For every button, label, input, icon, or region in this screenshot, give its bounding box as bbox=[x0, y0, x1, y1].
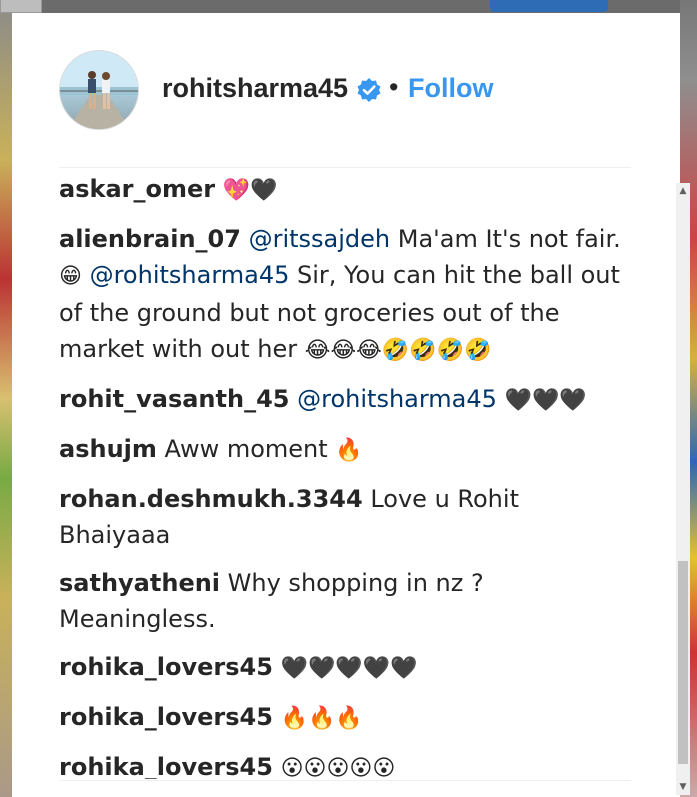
comment-item: rohika_lovers45 🔥🔥🔥 bbox=[59, 699, 629, 737]
scroll-down-icon[interactable]: ▼ bbox=[676, 779, 690, 795]
avatar-photo bbox=[60, 51, 138, 129]
scroll-up-icon[interactable]: ▲ bbox=[676, 183, 690, 199]
comment-username[interactable]: askar_omer bbox=[59, 175, 215, 203]
comment-text bbox=[289, 385, 297, 413]
scrollbar[interactable]: ▲ ▼ bbox=[676, 183, 690, 795]
comment-text bbox=[82, 261, 90, 289]
comment-text bbox=[215, 175, 223, 203]
comment-emoji: 🔥 bbox=[335, 438, 363, 463]
comment-text bbox=[273, 753, 281, 779]
comment-item: rohit_vasanth_45 @rohitsharma45 🖤🖤🖤 bbox=[59, 381, 629, 419]
comment-emoji: 😮😮😮😮😮 bbox=[280, 756, 396, 779]
avatar[interactable] bbox=[59, 50, 139, 130]
comment-mention-link[interactable]: @rohitsharma45 bbox=[90, 261, 290, 289]
background-page-left bbox=[0, 0, 12, 797]
separator-dot: • bbox=[389, 72, 399, 102]
comment-mention-link[interactable]: @ritssajdeh bbox=[249, 225, 391, 253]
post-username[interactable]: rohitsharma45 bbox=[162, 73, 348, 104]
comment-text bbox=[241, 225, 249, 253]
comment-username[interactable]: rohit_vasanth_45 bbox=[59, 385, 289, 413]
comment-emoji: 💖🖤 bbox=[222, 178, 278, 203]
post-header: rohitsharma45 • Follow bbox=[12, 13, 680, 168]
post-modal: rohitsharma45 • Follow askar_omer 💖🖤 alie… bbox=[12, 13, 690, 797]
comment-emoji: 🖤🖤🖤 bbox=[504, 388, 587, 413]
scrollbar-thumb[interactable] bbox=[678, 561, 688, 764]
comment-item: rohan.deshmukh.3344 Love u Rohit Bhaiyaa… bbox=[59, 481, 629, 553]
comment-username[interactable]: rohika_lovers45 bbox=[59, 703, 273, 731]
comment-username[interactable]: alienbrain_07 bbox=[59, 225, 241, 253]
comment-item: ashujm Aww moment 🔥 bbox=[59, 431, 629, 469]
comment-text bbox=[497, 385, 505, 413]
comment-text bbox=[273, 703, 281, 731]
comment-item: askar_omer 💖🖤 bbox=[59, 171, 629, 209]
comment-text bbox=[273, 653, 281, 681]
comment-emoji: 😁 bbox=[59, 264, 82, 289]
comment-item: rohika_lovers45 😮😮😮😮😮 bbox=[59, 749, 629, 779]
comments-list[interactable]: askar_omer 💖🖤 alienbrain_07 @ritssajdeh M… bbox=[59, 171, 629, 779]
comment-username[interactable]: rohika_lovers45 bbox=[59, 753, 273, 779]
comment-username[interactable]: ashujm bbox=[59, 435, 157, 463]
comment-item: sathyatheni Why shopping in nz ? Meaning… bbox=[59, 565, 629, 637]
divider bbox=[59, 780, 631, 781]
comment-emoji: 😂😂😂🤣🤣🤣🤣 bbox=[304, 338, 492, 363]
background-button bbox=[490, 0, 608, 12]
verified-badge-icon bbox=[356, 77, 382, 103]
comment-item: rohika_lovers45 🖤🖤🖤🖤🖤 bbox=[59, 649, 629, 687]
comment-text: Aww moment bbox=[156, 435, 336, 463]
follow-button[interactable]: Follow bbox=[408, 73, 493, 104]
comment-text: Ma'am It's not fair. bbox=[390, 225, 621, 253]
comment-emoji: 🔥🔥🔥 bbox=[280, 706, 363, 731]
divider bbox=[59, 167, 631, 168]
comment-emoji: 🖤🖤🖤🖤🖤 bbox=[280, 656, 418, 681]
comment-username[interactable]: sathyatheni bbox=[59, 569, 220, 597]
comment-mention-link[interactable]: @rohitsharma45 bbox=[297, 385, 497, 413]
comment-item: alienbrain_07 @ritssajdeh Ma'am It's not… bbox=[59, 221, 629, 369]
background-tab bbox=[0, 0, 42, 13]
comment-username[interactable]: rohika_lovers45 bbox=[59, 653, 273, 681]
comment-username[interactable]: rohan.deshmukh.3344 bbox=[59, 485, 363, 513]
